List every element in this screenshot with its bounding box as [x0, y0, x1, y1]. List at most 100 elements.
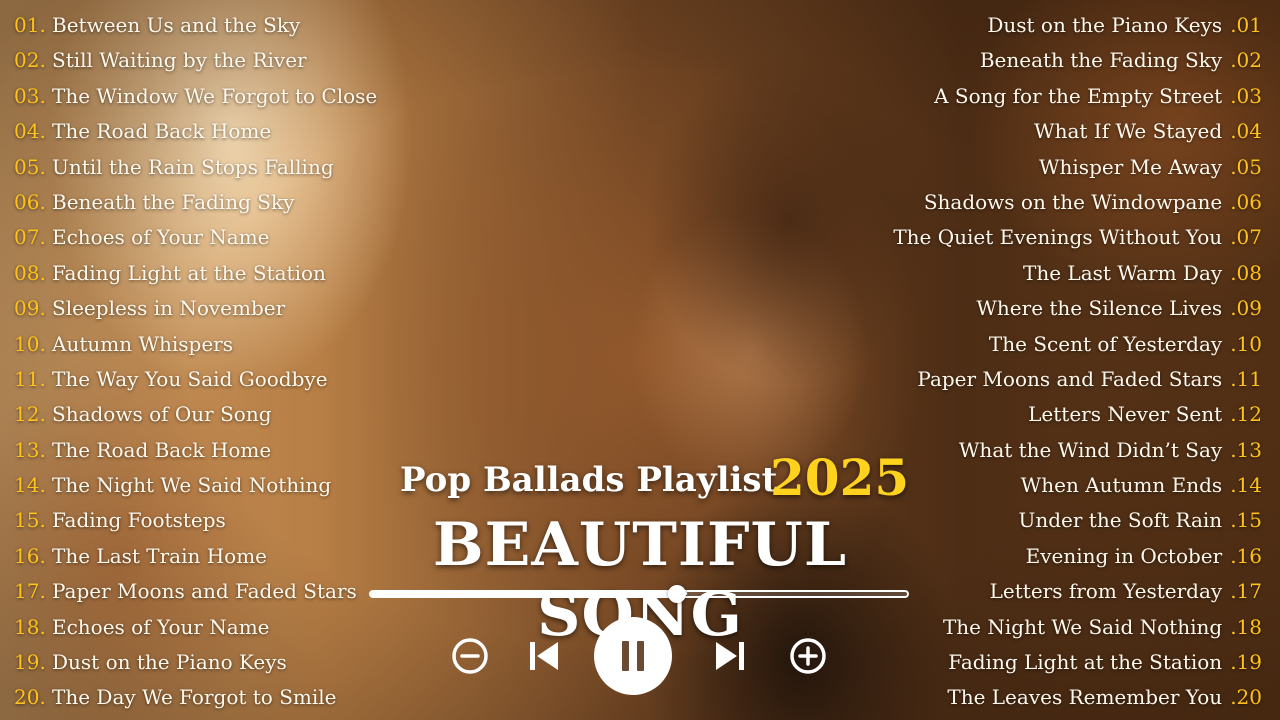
track-number: .03	[1230, 83, 1262, 108]
track-title: The Last Warm Day	[1023, 260, 1223, 285]
pause-button[interactable]	[593, 616, 673, 696]
track-number: .16	[1230, 543, 1262, 568]
playlist-item[interactable]: 20. The Day We Forgot to Smile	[14, 680, 377, 715]
progress-bar[interactable]	[369, 585, 909, 603]
playlist-item[interactable]: The Night We Said Nothing .18	[893, 610, 1262, 645]
playlist-item[interactable]: Letters Never Sent .12	[893, 397, 1262, 432]
track-number: 18.	[14, 614, 46, 639]
track-title: Fading Light at the Station	[948, 650, 1223, 675]
track-title: The Night We Said Nothing	[52, 473, 332, 498]
playlist-item[interactable]: Shadows on the Windowpane .06	[893, 185, 1262, 220]
track-number: 03.	[14, 83, 46, 108]
track-number: .20	[1230, 685, 1262, 710]
track-title: The Night We Said Nothing	[942, 614, 1223, 639]
track-title: The Way You Said Goodbye	[52, 366, 328, 391]
playlist-item[interactable]: 12. Shadows of Our Song	[14, 397, 377, 432]
playlist-item[interactable]: The Scent of Yesterday .10	[893, 327, 1262, 362]
playlist-item[interactable]: Letters from Yesterday .17	[893, 574, 1262, 609]
progress-fill	[371, 592, 677, 596]
track-number: 12.	[14, 402, 46, 427]
track-title: Paper Moons and Faded Stars	[917, 366, 1223, 391]
left-playlist: 01. Between Us and the Sky 02. Still Waitin…	[14, 8, 377, 716]
playlist-item[interactable]: Paper Moons and Faded Stars .11	[893, 362, 1262, 397]
track-title: The Road Back Home	[52, 119, 272, 144]
track-number: 20.	[14, 685, 46, 710]
playlist-item[interactable]: 17. Paper Moons and Faded Stars	[14, 574, 377, 609]
playlist-item[interactable]: 01. Between Us and the Sky	[14, 8, 377, 43]
skip-next-icon[interactable]	[712, 636, 748, 676]
track-title: Between Us and the Sky	[52, 13, 301, 37]
playlist-item[interactable]: What If We Stayed .04	[893, 114, 1262, 149]
track-number: 01.	[14, 13, 46, 37]
playlist-item[interactable]: 14. The Night We Said Nothing	[14, 468, 377, 503]
playlist-item[interactable]: Beneath the Fading Sky .02	[893, 43, 1262, 78]
track-number: .02	[1230, 48, 1262, 73]
track-title: Evening in October	[1025, 543, 1223, 568]
track-title: Beneath the Fading Sky	[979, 48, 1223, 73]
playlist-item[interactable]: Under the Soft Rain .15	[893, 503, 1262, 538]
playlist-item[interactable]: 05. Until the Rain Stops Falling	[14, 150, 377, 185]
playlist-item[interactable]: Fading Light at the Station .19	[893, 645, 1262, 680]
playlist-item[interactable]: The Quiet Evenings Without You .07	[893, 220, 1262, 255]
track-number: .13	[1230, 437, 1262, 462]
track-number: .06	[1230, 189, 1262, 214]
playlist-item[interactable]: The Leaves Remember You .20	[893, 680, 1262, 715]
track-title: Dust on the Piano Keys	[987, 13, 1223, 37]
track-title: What the Wind Didn’t Say	[958, 437, 1223, 462]
playlist-item[interactable]: 02. Still Waiting by the River	[14, 43, 377, 78]
track-number: 04.	[14, 119, 46, 144]
playlist-item[interactable]: 09. Sleepless in November	[14, 291, 377, 326]
playlist-item[interactable]: The Last Warm Day .08	[893, 256, 1262, 291]
track-title: Letters Never Sent	[1028, 402, 1223, 427]
track-number: 15.	[14, 508, 46, 533]
playlist-item[interactable]: Evening in October .16	[893, 539, 1262, 574]
minus-circle-icon[interactable]	[450, 636, 490, 676]
track-number: 08.	[14, 260, 46, 285]
player-controls	[440, 616, 840, 696]
playlist-item[interactable]: Whisper Me Away .05	[893, 150, 1262, 185]
track-title: The Quiet Evenings Without You	[893, 225, 1223, 250]
playlist-item[interactable]: What the Wind Didn’t Say .13	[893, 433, 1262, 468]
track-number: .09	[1230, 296, 1262, 321]
track-number: .11	[1230, 366, 1262, 391]
track-number: 19.	[14, 650, 46, 675]
playlist-item[interactable]: 16. The Last Train Home	[14, 539, 377, 574]
skip-previous-icon[interactable]	[526, 636, 562, 676]
playlist-item[interactable]: Dust on the Piano Keys .01	[893, 8, 1262, 43]
playlist-item[interactable]: 08. Fading Light at the Station	[14, 256, 377, 291]
playlist-item[interactable]: Where the Silence Lives .09	[893, 291, 1262, 326]
track-title: A Song for the Empty Street	[934, 83, 1223, 108]
playlist-item[interactable]: A Song for the Empty Street .03	[893, 79, 1262, 114]
track-number: 14.	[14, 473, 46, 498]
track-title: The Day We Forgot to Smile	[52, 685, 337, 710]
track-number: .12	[1230, 402, 1262, 427]
playlist-item[interactable]: 18. Echoes of Your Name	[14, 610, 377, 645]
track-title: Whisper Me Away	[1038, 154, 1223, 179]
track-number: 07.	[14, 225, 46, 250]
track-number: .15	[1230, 508, 1262, 533]
track-number: .05	[1230, 154, 1262, 179]
plus-circle-icon[interactable]	[788, 636, 828, 676]
playlist-item[interactable]: 04. The Road Back Home	[14, 114, 377, 149]
track-number: 16.	[14, 543, 46, 568]
track-title: What If We Stayed	[1034, 119, 1223, 144]
track-number: 17.	[14, 579, 46, 604]
progress-knob[interactable]	[667, 585, 686, 603]
playlist-item[interactable]: 13. The Road Back Home	[14, 433, 377, 468]
track-title: Shadows on the Windowpane	[923, 189, 1223, 214]
playlist-item[interactable]: 10. Autumn Whispers	[14, 327, 377, 362]
track-title: The Scent of Yesterday	[988, 331, 1223, 356]
track-number: 05.	[14, 154, 46, 179]
playlist-item[interactable]: 11. The Way You Said Goodbye	[14, 362, 377, 397]
track-title: Letters from Yesterday	[989, 579, 1223, 604]
playlist-item[interactable]: 03. The Window We Forgot to Close	[14, 79, 377, 114]
track-number: .08	[1230, 260, 1262, 285]
track-title: Fading Footsteps	[52, 508, 226, 533]
playlist-item[interactable]: 15. Fading Footsteps	[14, 503, 377, 538]
playlist-item[interactable]: 19. Dust on the Piano Keys	[14, 645, 377, 680]
playlist-item[interactable]: When Autumn Ends .14	[893, 468, 1262, 503]
track-title: Under the Soft Rain	[1018, 508, 1223, 533]
track-title: Still Waiting by the River	[52, 48, 307, 73]
playlist-item[interactable]: 06. Beneath the Fading Sky	[14, 185, 377, 220]
playlist-item[interactable]: 07. Echoes of Your Name	[14, 220, 377, 255]
